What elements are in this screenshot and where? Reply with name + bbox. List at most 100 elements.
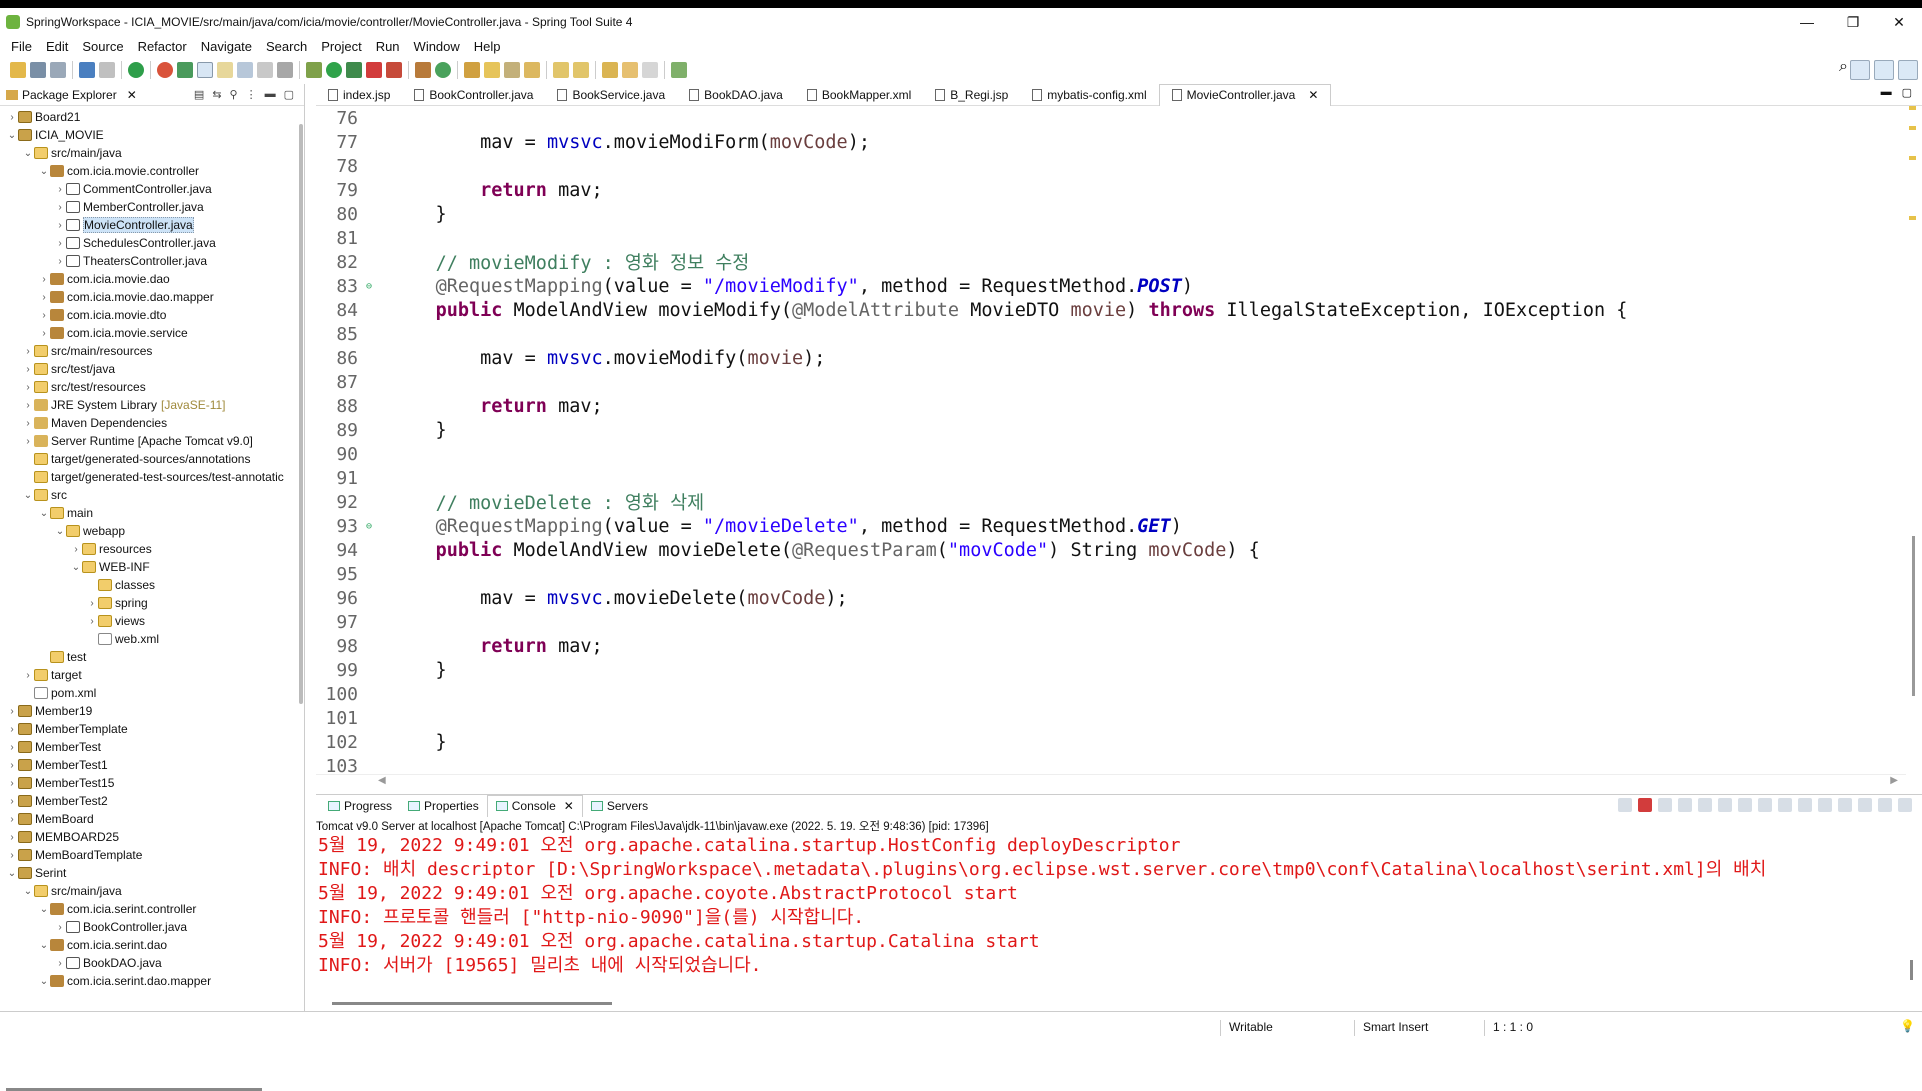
- chevron-right-icon[interactable]: ›: [22, 418, 34, 429]
- tree-item[interactable]: › MovieController.java: [0, 216, 300, 234]
- chevron-down-icon[interactable]: ⌄: [6, 868, 18, 879]
- code-line[interactable]: 97: [316, 610, 1906, 634]
- code-line[interactable]: 101: [316, 706, 1906, 730]
- tree-item[interactable]: › src/test/java: [0, 360, 300, 378]
- tree-item[interactable]: › JRE System Library [JavaSE-11]: [0, 396, 300, 414]
- warning-marker[interactable]: [1909, 126, 1916, 130]
- chevron-right-icon[interactable]: ›: [6, 796, 18, 807]
- maximize-view-icon[interactable]: ▢: [284, 88, 294, 101]
- console-area-tab[interactable]: Progress: [320, 795, 400, 817]
- code-line[interactable]: 92 // movieDelete : 영화 삭제: [316, 490, 1906, 515]
- external-tools-icon[interactable]: [386, 62, 402, 78]
- chevron-right-icon[interactable]: ›: [6, 814, 18, 825]
- next-annotation-icon[interactable]: [553, 62, 569, 78]
- chevron-right-icon[interactable]: ›: [86, 616, 98, 627]
- show-stderr-icon[interactable]: [1778, 798, 1792, 812]
- scroll-left-icon[interactable]: ◀: [378, 775, 386, 786]
- tree-item[interactable]: ⌄ com.icia.movie.controller: [0, 162, 300, 180]
- code-line[interactable]: 99 }: [316, 658, 1906, 682]
- terminal-icon[interactable]: [79, 62, 95, 78]
- editor-overview-ruler[interactable]: [1908, 106, 1920, 774]
- tree-item[interactable]: classes: [0, 576, 300, 594]
- tree-item[interactable]: › resources: [0, 540, 300, 558]
- chevron-right-icon[interactable]: ›: [54, 958, 66, 969]
- chevron-right-icon[interactable]: ›: [6, 850, 18, 861]
- code-line[interactable]: 103: [316, 754, 1906, 775]
- chevron-right-icon[interactable]: ›: [6, 742, 18, 753]
- tree-item[interactable]: ⌄ com.icia.serint.dao: [0, 936, 300, 954]
- console-hscrollbar[interactable]: [332, 1002, 612, 1005]
- open-console-icon[interactable]: [1838, 798, 1852, 812]
- tree-item[interactable]: › CommentController.java: [0, 180, 300, 198]
- chevron-right-icon[interactable]: ›: [22, 436, 34, 447]
- back-icon[interactable]: [622, 62, 638, 78]
- scroll-lock-icon[interactable]: [1718, 798, 1732, 812]
- tree-item[interactable]: › Maven Dependencies: [0, 414, 300, 432]
- last-edit-location-icon[interactable]: [602, 62, 618, 78]
- skip-breakpoints-icon[interactable]: [99, 62, 115, 78]
- minimize-button[interactable]: —: [1784, 8, 1830, 36]
- code-line[interactable]: 95: [316, 562, 1906, 586]
- tree-item[interactable]: › MemberTest2: [0, 792, 300, 810]
- tree-item[interactable]: › src/test/resources: [0, 378, 300, 396]
- warning-marker[interactable]: [1909, 216, 1916, 220]
- run-icon[interactable]: [326, 62, 342, 78]
- tree-item[interactable]: ⌄ Serint: [0, 864, 300, 882]
- chevron-down-icon[interactable]: ⌄: [54, 526, 66, 537]
- code-line[interactable]: 94 public ModelAndView movieDelete(@Requ…: [316, 538, 1906, 562]
- tree-item[interactable]: › target: [0, 666, 300, 684]
- tree-item[interactable]: › com.icia.movie.dao.mapper: [0, 288, 300, 306]
- lightbulb-icon[interactable]: 💡: [1900, 1019, 1915, 1033]
- maximize-button[interactable]: ❐: [1830, 8, 1876, 36]
- chevron-down-icon[interactable]: ⌄: [38, 976, 50, 987]
- chevron-right-icon[interactable]: ›: [22, 346, 34, 357]
- menu-refactor[interactable]: Refactor: [131, 39, 194, 54]
- editor-scrollbar-thumb[interactable]: [1912, 536, 1915, 696]
- chevron-down-icon[interactable]: ⌄: [6, 130, 18, 141]
- tree-item[interactable]: › Server Runtime [Apache Tomcat v9.0]: [0, 432, 300, 450]
- chevron-right-icon[interactable]: ›: [70, 544, 82, 555]
- chevron-right-icon[interactable]: ›: [38, 274, 50, 285]
- clear-console-icon[interactable]: [1698, 798, 1712, 812]
- editor-tab[interactable]: BookController.java: [402, 84, 545, 106]
- minimize-editor-icon[interactable]: ▬: [1881, 86, 1892, 99]
- warning-marker[interactable]: [1909, 106, 1916, 110]
- console-output[interactable]: 5월 19, 2022 9:49:01 오전 org.apache.catali…: [316, 832, 1906, 992]
- tree-item[interactable]: › SchedulesController.java: [0, 234, 300, 252]
- tree-item[interactable]: › views: [0, 612, 300, 630]
- maximize-editor-icon[interactable]: ▢: [1902, 86, 1912, 99]
- tree-item[interactable]: › MemBoardTemplate: [0, 846, 300, 864]
- minimize-console-icon[interactable]: [1878, 798, 1892, 812]
- tree-item[interactable]: ⌄ webapp: [0, 522, 300, 540]
- fold-marker-icon[interactable]: ⊖: [366, 521, 376, 532]
- code-line[interactable]: 87: [316, 370, 1906, 394]
- editor-tab[interactable]: BookDAO.java: [677, 84, 795, 106]
- chevron-right-icon[interactable]: ›: [6, 112, 18, 123]
- chevron-right-icon[interactable]: ›: [54, 256, 66, 267]
- tree-item[interactable]: › BookDAO.java: [0, 954, 300, 972]
- chevron-down-icon[interactable]: ⌄: [22, 886, 34, 897]
- new-icon[interactable]: [10, 62, 26, 78]
- tree-item[interactable]: › MEMBOARD25: [0, 828, 300, 846]
- menu-search[interactable]: Search: [259, 39, 314, 54]
- chevron-down-icon[interactable]: ⌄: [22, 148, 34, 159]
- open-resource-icon[interactable]: [524, 62, 540, 78]
- chevron-right-icon[interactable]: ›: [6, 778, 18, 789]
- console-area-tab[interactable]: Console ✕: [486, 794, 583, 817]
- scroll-right-icon[interactable]: ▶: [1890, 775, 1898, 786]
- filter-icon[interactable]: ⚲: [230, 88, 238, 101]
- save-all-icon[interactable]: [50, 62, 66, 78]
- chevron-right-icon[interactable]: ›: [54, 220, 66, 231]
- tree-item[interactable]: › MemberController.java: [0, 198, 300, 216]
- chevron-right-icon[interactable]: ›: [22, 382, 34, 393]
- tree-item[interactable]: ⌄ com.icia.serint.controller: [0, 900, 300, 918]
- restart-icon[interactable]: [1618, 798, 1632, 812]
- previous-annotation-icon[interactable]: [573, 62, 589, 78]
- code-line[interactable]: 89 }: [316, 418, 1906, 442]
- tree-item[interactable]: › MemberTest: [0, 738, 300, 756]
- chevron-right-icon[interactable]: ›: [6, 724, 18, 735]
- package-explorer-scrollbar[interactable]: [299, 124, 303, 704]
- tree-item[interactable]: › MemBoard: [0, 810, 300, 828]
- tree-item[interactable]: › TheatersController.java: [0, 252, 300, 270]
- close-tab-icon[interactable]: ✕: [1308, 88, 1318, 102]
